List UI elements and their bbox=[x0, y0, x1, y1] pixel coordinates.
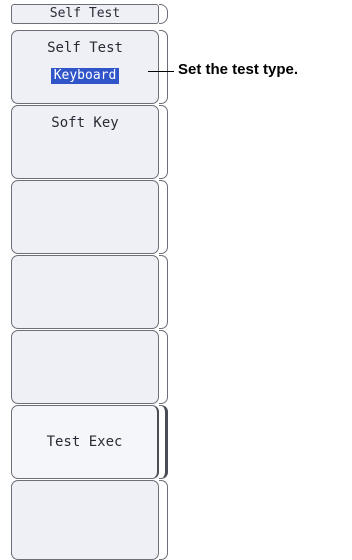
soft-key-self-test[interactable]: Self Test Keyboard bbox=[11, 30, 159, 104]
soft-key-blank-3[interactable] bbox=[11, 180, 159, 254]
soft-key-blank-5[interactable] bbox=[11, 330, 159, 404]
soft-key-soft-key-label: Soft Key bbox=[51, 115, 119, 131]
test-type-selected-value: Keyboard bbox=[50, 68, 120, 84]
soft-key-self-test-label: Self Test bbox=[47, 40, 123, 56]
test-exec-label: Test Exec bbox=[46, 434, 123, 450]
test-exec-button[interactable]: Test Exec bbox=[11, 405, 159, 479]
menu-title-edge bbox=[159, 4, 168, 24]
soft-key-soft-key[interactable]: Soft Key bbox=[11, 105, 159, 179]
soft-key-blank-5-edge bbox=[159, 330, 168, 404]
soft-key-soft-key-edge bbox=[159, 105, 168, 179]
callout-annotation: Set the test type. bbox=[178, 61, 299, 78]
callout-leader-line bbox=[148, 71, 174, 72]
test-exec-button-edge bbox=[159, 405, 168, 479]
soft-key-blank-4[interactable] bbox=[11, 255, 159, 329]
soft-key-self-test-edge bbox=[159, 30, 168, 104]
soft-key-blank-4-edge bbox=[159, 255, 168, 329]
soft-key-blank-3-edge bbox=[159, 180, 168, 254]
menu-title: Self Test bbox=[11, 4, 159, 24]
soft-key-blank-7[interactable] bbox=[11, 480, 159, 560]
soft-key-blank-7-edge bbox=[159, 480, 168, 560]
